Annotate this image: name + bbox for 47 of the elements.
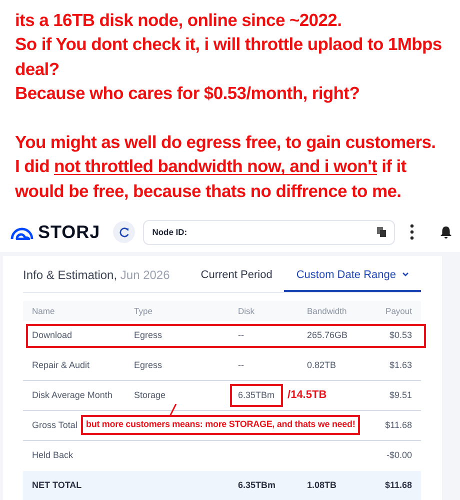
annotation-text: deal? [15,58,60,81]
table-cell: Egress [134,360,162,370]
column-header: Payout [384,304,413,318]
table-cell: $11.68 [384,480,412,490]
table-cell: NET TOTAL [32,480,82,490]
column-header: Bandwidth [306,304,348,318]
annotation-callout: but more customers means: more STORAGE, and thats we need! [81,415,360,434]
table-cell: $9.51 [389,390,412,400]
table-cell: 0.82TB [307,360,336,370]
notification-bell-icon[interactable] [440,226,452,238]
tab[interactable]: Custom Date Range [284,266,421,292]
table-cell: 6.35TBm [238,480,276,490]
annotation-text: I did not throttled bandwidth now, and i won't if it [15,155,408,178]
card-title: Info & Estimation, Jun 2026 [23,267,170,284]
annotation-text: So if You dont check it, i will throttle uplaod to 1Mbps [15,33,443,56]
refresh-icon [118,226,130,238]
table-cell: Held Back [32,450,74,460]
annotation-text: Because who cares for $0.53/month, right? [15,82,361,106]
table-cell: Repair & Audit [32,360,90,370]
copy-icon[interactable] [377,227,386,237]
refresh-button[interactable] [113,221,136,243]
table-cell: 6.35TBm [230,384,283,408]
node-id-field[interactable]: Node ID: [143,220,396,244]
tab[interactable]: Current Period [188,266,284,292]
table-cell: Egress [134,330,162,340]
more-icon[interactable] [410,224,414,240]
table-cell: Disk Average Month [32,390,112,400]
annotation-text: /14.5TB [288,388,327,401]
leader-line [169,404,177,416]
table-cell: 1.08TB [307,480,337,490]
table-cell: $1.63 [389,360,412,370]
table-cell: -$0.00 [386,450,412,460]
table-cell: $11.68 [385,420,412,430]
table-cell: Storage [134,390,166,400]
table-cell: $0.53 [389,330,412,340]
table-cell: Gross Total [32,420,78,430]
table-cell: Download [32,330,72,340]
annotation-text: its a 16TB disk node, online since ~2022. [15,9,343,32]
annotation-text: You might as well do egress free, to gain customers. [15,130,437,154]
column-header: Name [31,304,56,318]
annotation-text: would be free, because thats no diffrence to me. [15,180,402,203]
column-header: Type [133,304,154,318]
table-cell: -- [238,360,244,370]
table-cell: 265.76GB [307,330,348,340]
logo-text: STORJ [38,220,100,244]
column-header: Disk [237,304,256,318]
table-cell: -- [238,330,244,340]
